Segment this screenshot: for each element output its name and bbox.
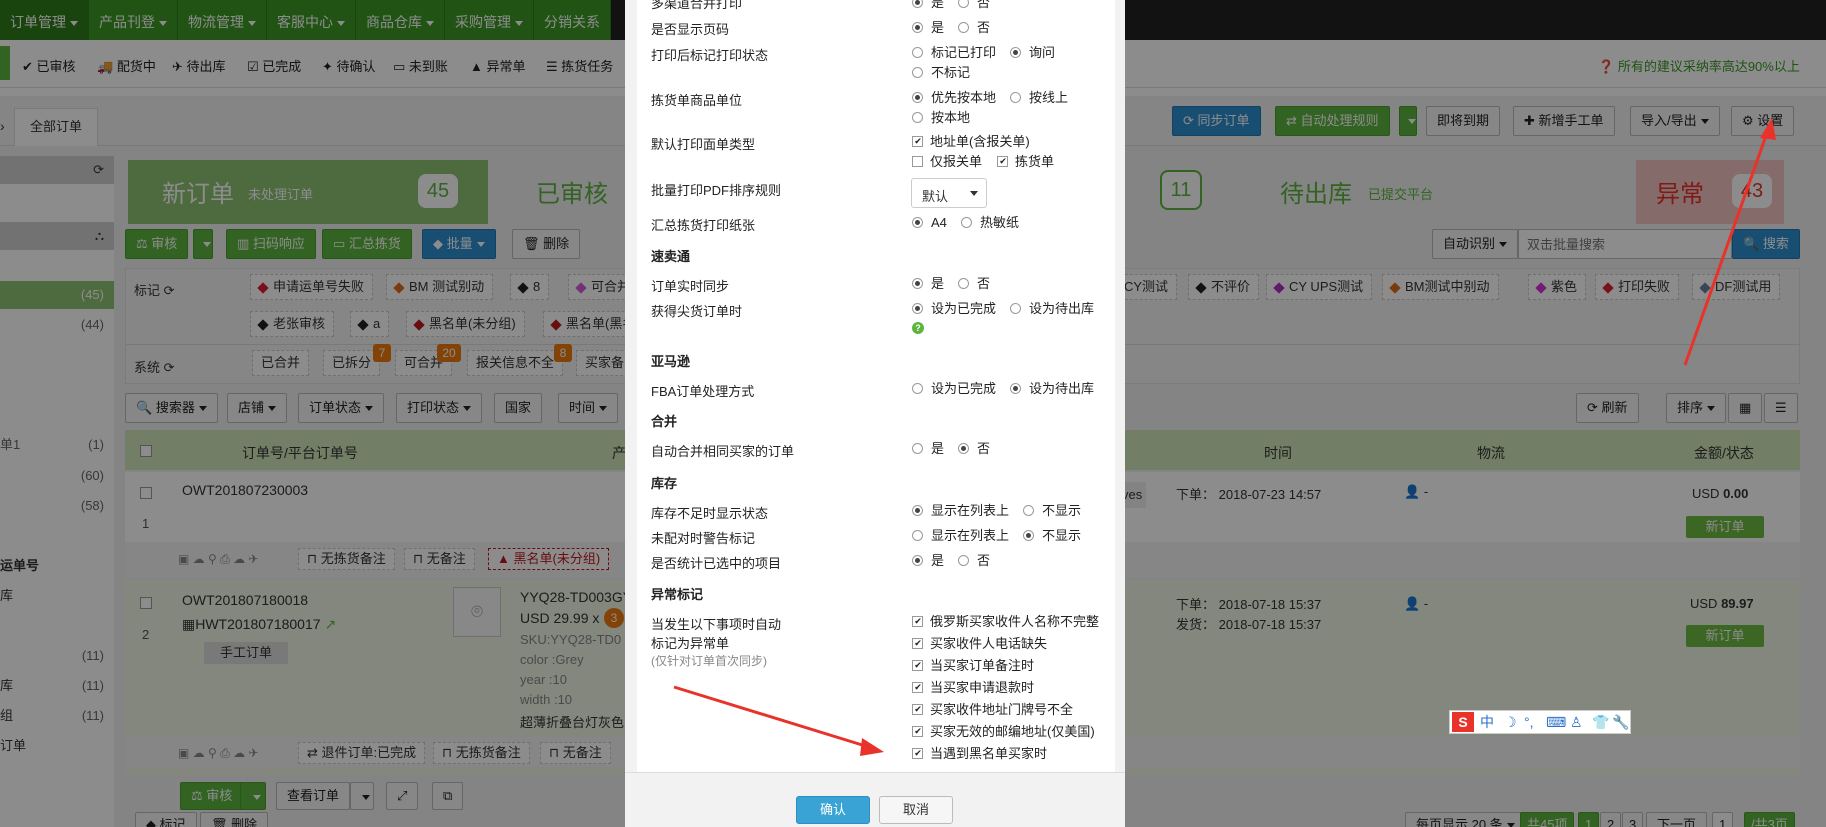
arrow-to-settings [1683, 118, 1776, 366]
keyboard-icon: ⌨ [1546, 714, 1567, 730]
ime-toolbar[interactable]: S 中 ☽ °, ⌨ ♙ 👕 🔧 [1449, 710, 1631, 734]
user-icon: ♙ [1570, 714, 1583, 730]
ime-lang: 中 [1480, 714, 1494, 730]
shirt-icon: 👕 [1592, 714, 1610, 730]
wrench-icon: 🔧 [1612, 714, 1630, 730]
sogou-logo-icon: S [1452, 712, 1474, 732]
annotation-arrows [673, 118, 1776, 756]
punctuation-icon: °, [1524, 714, 1534, 730]
arrow-to-blacklist-option [673, 685, 884, 756]
moon-icon: ☽ [1504, 714, 1517, 730]
